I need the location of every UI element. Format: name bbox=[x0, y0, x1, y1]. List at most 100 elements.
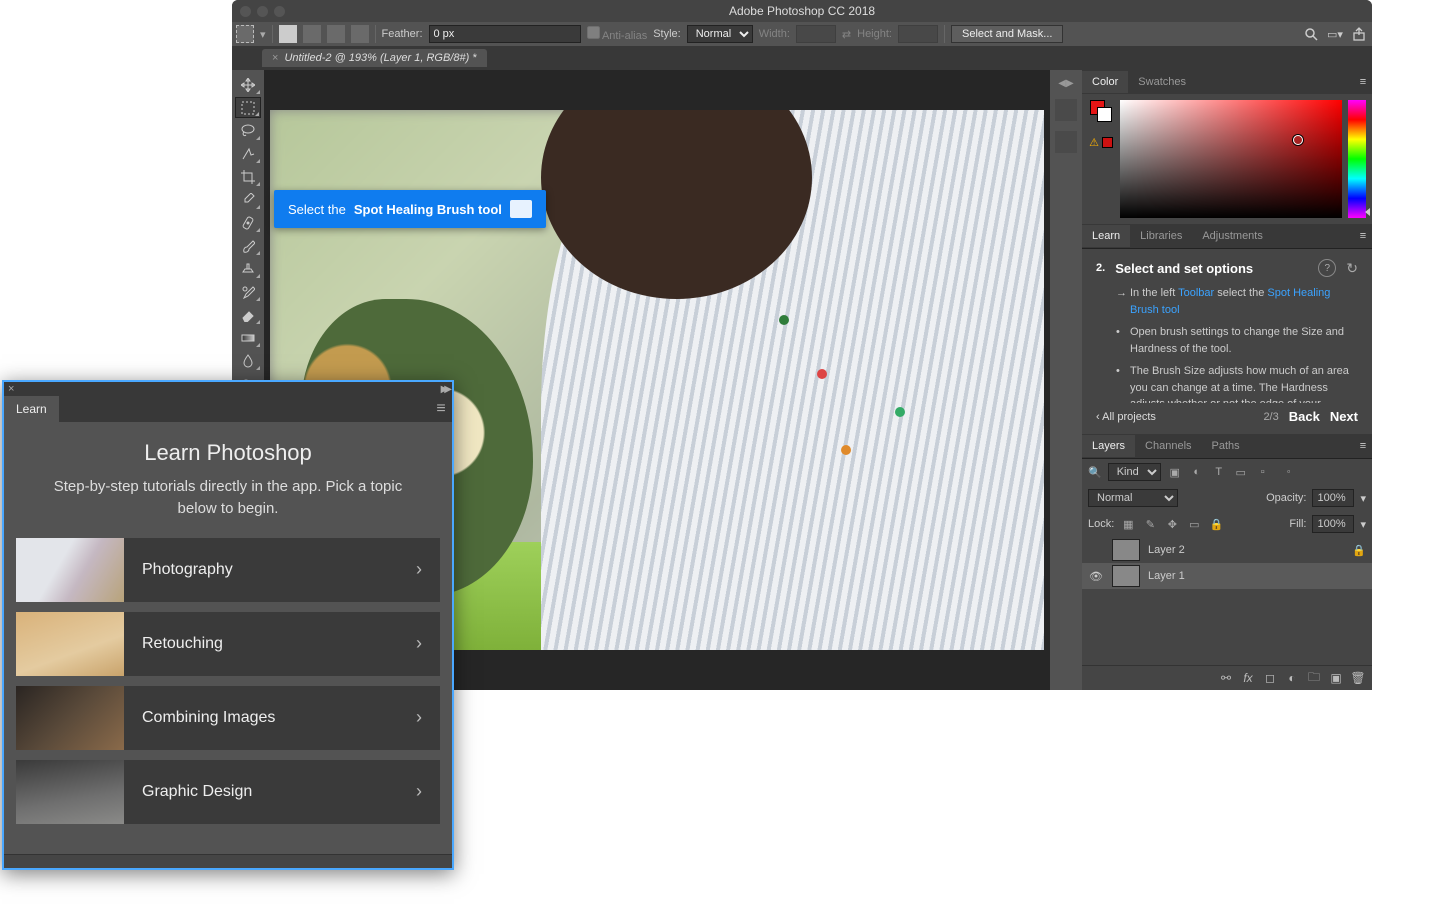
lock-pixels-icon[interactable]: ▦ bbox=[1120, 516, 1136, 532]
clone-stamp-tool[interactable] bbox=[235, 258, 261, 279]
style-select[interactable]: Normal bbox=[687, 25, 753, 43]
learn-topic-combining[interactable]: Combining Images› bbox=[16, 686, 440, 750]
gamut-warning[interactable]: ⚠ bbox=[1089, 136, 1113, 149]
expand-dock-icon[interactable]: ◀▶ bbox=[1058, 78, 1073, 89]
minimize-window-icon[interactable] bbox=[257, 6, 268, 17]
gradient-tool[interactable] bbox=[235, 327, 261, 348]
eyedropper-tool[interactable] bbox=[235, 189, 261, 210]
tab-learn[interactable]: Learn bbox=[4, 396, 59, 422]
lock-artboard-icon[interactable]: ▭ bbox=[1186, 516, 1202, 532]
zoom-window-icon[interactable] bbox=[274, 6, 285, 17]
select-and-mask-button[interactable]: Select and Mask... bbox=[951, 25, 1064, 43]
spot-heal-tool[interactable] bbox=[235, 212, 261, 233]
link-layers-icon[interactable]: ⚯ bbox=[1218, 670, 1234, 686]
learn-topic-retouching[interactable]: Retouching› bbox=[16, 612, 440, 676]
layer-filter-kind[interactable]: Kind bbox=[1108, 463, 1161, 481]
filter-smart-icon[interactable]: ▫ bbox=[1255, 464, 1271, 480]
layer-name[interactable]: Layer 1 bbox=[1148, 570, 1185, 582]
layer-row[interactable]: Layer 2 🔒 bbox=[1082, 537, 1372, 563]
panel-menu-icon[interactable]: ≡ bbox=[1354, 227, 1372, 245]
next-button[interactable]: Next bbox=[1330, 409, 1358, 424]
opacity-input[interactable] bbox=[1312, 489, 1354, 507]
lasso-tool[interactable] bbox=[235, 120, 261, 141]
antialias-label: Anti-alias bbox=[602, 30, 647, 42]
filter-shape-icon[interactable]: ▭ bbox=[1233, 464, 1249, 480]
hue-slider[interactable] bbox=[1348, 100, 1366, 218]
visibility-icon[interactable]: 👁 bbox=[1088, 570, 1104, 583]
back-button[interactable]: Back bbox=[1289, 409, 1320, 424]
color-field[interactable] bbox=[1120, 100, 1342, 218]
layer-thumbnail[interactable] bbox=[1112, 539, 1140, 561]
panel-menu-icon[interactable]: ≡ bbox=[1354, 437, 1372, 455]
tab-channels[interactable]: Channels bbox=[1135, 435, 1201, 457]
popout-resize-bar[interactable] bbox=[4, 854, 452, 868]
reset-icon[interactable]: ↻ bbox=[1346, 260, 1358, 277]
tab-adjustments[interactable]: Adjustments bbox=[1192, 225, 1273, 247]
lock-position-icon[interactable]: ✥ bbox=[1164, 516, 1180, 532]
paint-splotch bbox=[841, 445, 851, 455]
layer-name[interactable]: Layer 2 bbox=[1148, 544, 1185, 556]
blur-tool[interactable] bbox=[235, 350, 261, 371]
workspace-icon[interactable]: ▭▾ bbox=[1326, 25, 1344, 43]
close-icon[interactable]: × bbox=[8, 383, 14, 395]
collapse-icon[interactable]: ▶▶ bbox=[441, 384, 448, 395]
lock-paint-icon[interactable]: ✎ bbox=[1142, 516, 1158, 532]
fg-bg-swatch[interactable] bbox=[1090, 100, 1112, 122]
fx-icon[interactable]: fx bbox=[1240, 670, 1256, 686]
intersect-selection-icon[interactable] bbox=[351, 25, 369, 43]
filter-toggle-icon[interactable]: ◦ bbox=[1281, 464, 1297, 480]
coachmark-text-prefix: Select the bbox=[288, 202, 346, 217]
new-layer-icon[interactable]: ▣ bbox=[1328, 670, 1344, 686]
blend-mode-select[interactable]: Normal bbox=[1088, 489, 1178, 507]
move-tool[interactable] bbox=[235, 74, 261, 95]
filter-type-icon[interactable]: T bbox=[1211, 464, 1227, 480]
close-window-icon[interactable] bbox=[240, 6, 251, 17]
chevron-right-icon: › bbox=[416, 633, 422, 654]
tab-color[interactable]: Color bbox=[1082, 71, 1128, 93]
mask-icon[interactable]: ◻ bbox=[1262, 670, 1278, 686]
layer-row[interactable]: 👁 Layer 1 bbox=[1082, 563, 1372, 589]
properties-panel-icon[interactable] bbox=[1055, 131, 1077, 153]
dropdown-caret-icon[interactable]: ▾ bbox=[260, 28, 266, 41]
document-tab[interactable]: × Untitled-2 @ 193% (Layer 1, RGB/8#) * bbox=[262, 49, 487, 67]
panel-menu-icon[interactable]: ≡ bbox=[1354, 73, 1372, 91]
feather-input[interactable] bbox=[429, 25, 581, 43]
marquee-tool[interactable] bbox=[235, 97, 261, 118]
dropdown-caret-icon[interactable]: ▾ bbox=[1360, 492, 1366, 505]
tab-learn[interactable]: Learn bbox=[1082, 225, 1130, 247]
search-icon[interactable] bbox=[1302, 25, 1320, 43]
tab-swatches[interactable]: Swatches bbox=[1128, 71, 1196, 93]
crop-tool[interactable] bbox=[235, 166, 261, 187]
quick-select-tool[interactable] bbox=[235, 143, 261, 164]
share-icon[interactable] bbox=[1350, 25, 1368, 43]
toolbar-link[interactable]: Toolbar bbox=[1178, 287, 1214, 299]
layer-thumbnail[interactable] bbox=[1112, 565, 1140, 587]
group-icon[interactable]: 🗀 bbox=[1306, 670, 1322, 686]
tab-layers[interactable]: Layers bbox=[1082, 435, 1135, 457]
panel-menu-icon[interactable]: ≡ bbox=[430, 398, 452, 420]
fill-input[interactable] bbox=[1312, 515, 1354, 533]
filter-adjust-icon[interactable]: ◐ bbox=[1189, 464, 1205, 480]
tool-preset-icon[interactable] bbox=[236, 25, 254, 43]
learn-popout-panel: × ▶▶ Learn ≡ Learn Photoshop Step-by-ste… bbox=[2, 380, 454, 870]
filter-image-icon[interactable]: ▣ bbox=[1167, 464, 1183, 480]
learn-topic-photography[interactable]: Photography› bbox=[16, 538, 440, 602]
help-icon[interactable]: ? bbox=[1318, 259, 1336, 277]
trash-icon[interactable]: 🗑 bbox=[1350, 670, 1366, 686]
new-selection-icon[interactable] bbox=[279, 25, 297, 43]
subtract-selection-icon[interactable] bbox=[327, 25, 345, 43]
tab-paths[interactable]: Paths bbox=[1202, 435, 1250, 457]
tab-libraries[interactable]: Libraries bbox=[1130, 225, 1192, 247]
dropdown-caret-icon[interactable]: ▾ bbox=[1360, 518, 1366, 531]
adjustment-icon[interactable]: ◐ bbox=[1284, 670, 1300, 686]
close-tab-icon[interactable]: × bbox=[272, 52, 278, 64]
eraser-tool[interactable] bbox=[235, 304, 261, 325]
history-brush-tool[interactable] bbox=[235, 281, 261, 302]
brush-tool[interactable] bbox=[235, 235, 261, 256]
history-panel-icon[interactable] bbox=[1055, 99, 1077, 121]
lock-icon[interactable]: 🔒 bbox=[1352, 544, 1366, 557]
lock-all-icon[interactable]: 🔒 bbox=[1208, 516, 1224, 532]
learn-topic-graphic-design[interactable]: Graphic Design› bbox=[16, 760, 440, 824]
all-projects-link[interactable]: All projects bbox=[1096, 411, 1156, 423]
add-selection-icon[interactable] bbox=[303, 25, 321, 43]
